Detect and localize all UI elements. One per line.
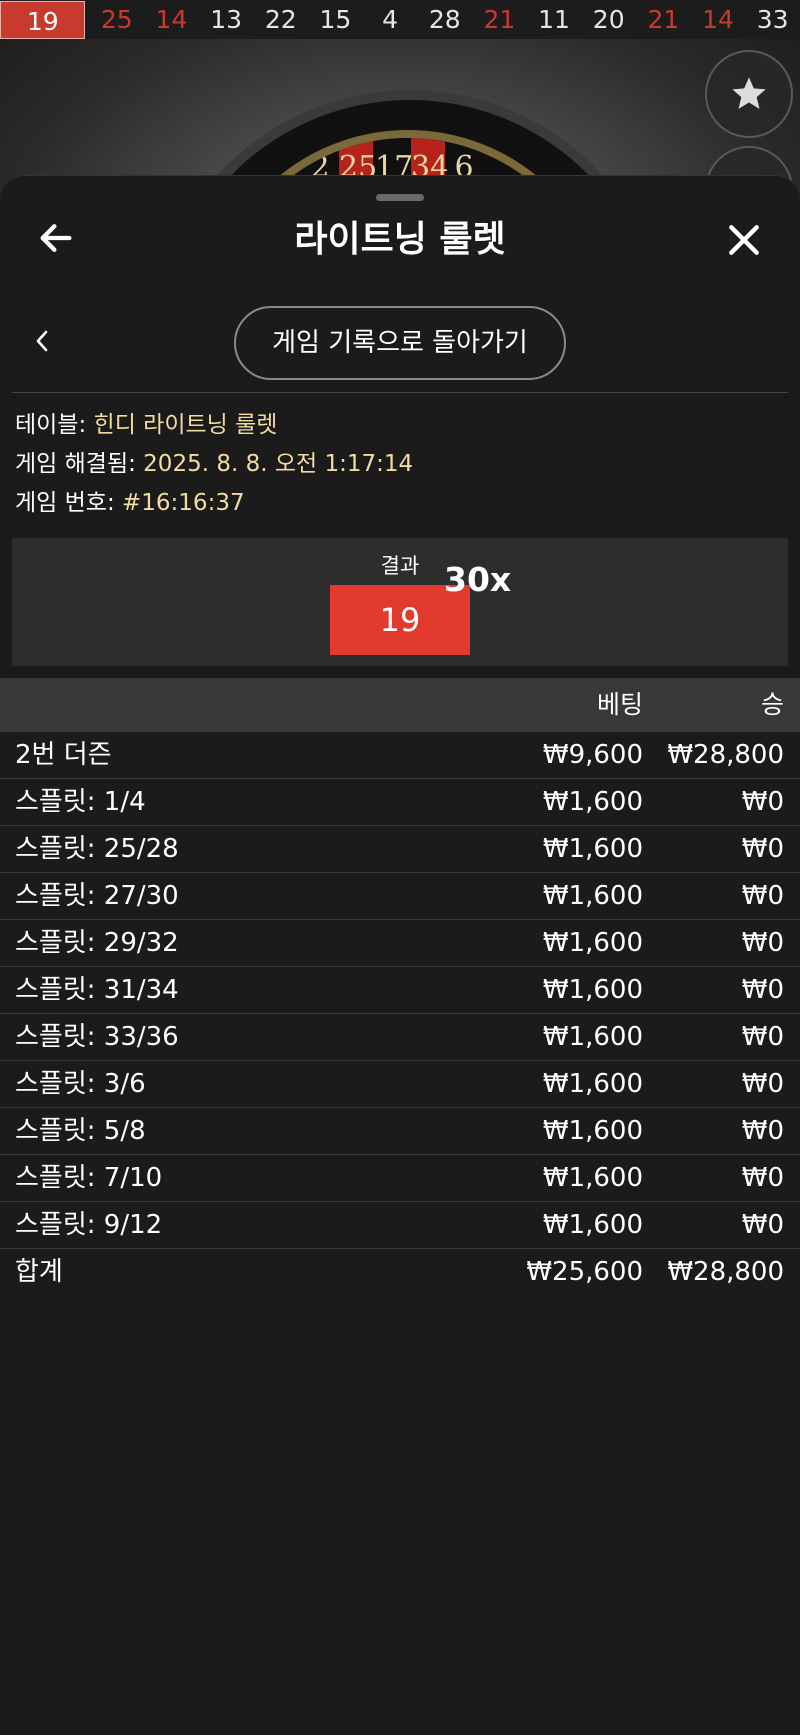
recent-result: 21 [483, 5, 516, 34]
win-amount: ₩0 [741, 928, 784, 958]
table-row: 스플릿: 3/6 ₩1,600 ₩0 [0, 1061, 800, 1108]
win-amount: ₩0 [741, 1210, 784, 1240]
header-bet: 베팅 [596, 690, 643, 719]
page-title: 라이트닝 룰렛 [294, 219, 506, 260]
win-amount: ₩0 [741, 881, 784, 911]
bet-amount: ₩1,600 [542, 1210, 643, 1240]
recent-result: 11 [538, 5, 570, 34]
bet-amount: ₩1,600 [542, 881, 643, 911]
total-win: ₩28,800 [667, 1257, 784, 1287]
recent-result: 14 [155, 5, 188, 34]
resolved-value: 2025. 8. 8. 오전 1:17:14 [143, 451, 414, 477]
bet-amount: ₩1,600 [542, 975, 643, 1005]
win-amount: ₩28,800 [667, 740, 784, 770]
recent-result: 20 [592, 5, 625, 34]
total-bet: ₩25,600 [526, 1257, 643, 1287]
table-row: 2번 더즌 ₩9,600 ₩28,800 [0, 732, 800, 779]
win-amount: ₩0 [741, 834, 784, 864]
resolved-info: 게임 해결됨: 2025. 8. 8. 오전 1:17:14 [15, 449, 413, 479]
bet-name: 2번 더즌 [15, 740, 112, 770]
game-number-label: 게임 번호: [15, 490, 123, 516]
win-amount: ₩0 [741, 787, 784, 817]
game-number-info: 게임 번호: #16:16:37 [15, 488, 245, 518]
bet-amount: ₩1,600 [542, 1069, 643, 1099]
table-row: 스플릿: 29/32 ₩1,600 ₩0 [0, 920, 800, 967]
recent-result: 13 [210, 5, 243, 34]
table-row: 스플릿: 7/10 ₩1,600 ₩0 [0, 1155, 800, 1202]
recent-result: 14 [702, 5, 734, 34]
win-amount: ₩0 [741, 1163, 784, 1193]
previous-button[interactable] [30, 326, 54, 356]
bet-amount: ₩1,600 [542, 1022, 643, 1052]
header-win: 승 [760, 690, 784, 719]
star-icon [732, 77, 766, 109]
recent-result: 21 [647, 5, 680, 34]
recent-result: 15 [319, 5, 352, 34]
close-icon [729, 225, 759, 255]
multiplier-badge: 30x [444, 560, 512, 599]
game-number-value: #16:16:37 [122, 490, 245, 516]
table-row: 스플릿: 1/4 ₩1,600 ₩0 [0, 779, 800, 826]
result-box: 결과 19 30x [12, 538, 788, 666]
win-amount: ₩0 [741, 1116, 784, 1146]
table-header: 베팅 승 [0, 678, 800, 732]
bet-amount: ₩1,600 [542, 928, 643, 958]
bet-name: 스플릿: 27/30 [15, 881, 179, 911]
resolved-label: 게임 해결됨: [15, 451, 144, 477]
recent-result: 25 [100, 5, 133, 34]
bet-amount: ₩1,600 [542, 787, 643, 817]
win-amount: ₩0 [741, 1069, 784, 1099]
result-label: 결과 [380, 554, 420, 578]
table-label: 테이블: [15, 412, 94, 438]
bet-name: 스플릿: 3/6 [15, 1069, 146, 1099]
drag-handle[interactable] [376, 194, 424, 201]
favorite-button[interactable] [705, 50, 793, 138]
bet-amount: ₩1,600 [542, 1116, 643, 1146]
table-value: 힌디 라이트닝 룰렛 [93, 412, 278, 438]
table-row: 스플릿: 27/30 ₩1,600 ₩0 [0, 873, 800, 920]
back-to-history-button[interactable]: 게임 기록으로 돌아가기 [234, 306, 566, 380]
bets-table: 베팅 승 2번 더즌 ₩9,600 ₩28,800 스플릿: 1/4 ₩1,600 ₩0… [0, 678, 800, 1295]
game-detail-panel: 라이트닝 룰렛 게임 기록으로 돌아가기 테이블: 힌디 라이트닝 룰렛 게임 … [0, 175, 800, 1735]
recent-result: 28 [428, 5, 461, 34]
chevron-left-icon [36, 330, 48, 352]
close-button[interactable] [725, 221, 763, 259]
bet-amount: ₩9,600 [542, 740, 643, 770]
divider [12, 392, 788, 393]
table-row: 스플릿: 33/36 ₩1,600 ₩0 [0, 1014, 800, 1061]
table-row: 스플릿: 25/28 ₩1,600 ₩0 [0, 826, 800, 873]
bet-name: 스플릿: 7/10 [15, 1163, 163, 1193]
recent-result: 22 [264, 5, 297, 34]
bet-name: 스플릿: 9/12 [15, 1210, 163, 1240]
bet-amount: ₩1,600 [542, 1163, 643, 1193]
recent-result: 33 [756, 5, 789, 34]
bet-name: 스플릿: 5/8 [15, 1116, 146, 1146]
recent-results-strip: 19 25 14 13 22 15 4 28 21 11 20 21 14 33 [0, 0, 800, 39]
bet-name: 스플릿: 25/28 [15, 834, 179, 864]
recent-result: 4 [382, 5, 399, 34]
bet-amount: ₩1,600 [542, 834, 643, 864]
total-label: 합계 [15, 1257, 63, 1287]
table-info: 테이블: 힌디 라이트닝 룰렛 [15, 410, 277, 440]
table-row: 스플릿: 5/8 ₩1,600 ₩0 [0, 1108, 800, 1155]
bet-name: 스플릿: 31/34 [15, 975, 179, 1005]
win-amount: ₩0 [741, 1022, 784, 1052]
recent-result: 19 [0, 0, 86, 39]
total-row: 합계 ₩25,600 ₩28,800 [0, 1249, 800, 1295]
bet-name: 스플릿: 1/4 [15, 787, 146, 817]
table-row: 스플릿: 9/12 ₩1,600 ₩0 [0, 1202, 800, 1249]
win-amount: ₩0 [741, 975, 784, 1005]
bet-name: 스플릿: 29/32 [15, 928, 179, 958]
bet-name: 스플릿: 33/36 [15, 1022, 179, 1052]
table-row: 스플릿: 31/34 ₩1,600 ₩0 [0, 967, 800, 1014]
